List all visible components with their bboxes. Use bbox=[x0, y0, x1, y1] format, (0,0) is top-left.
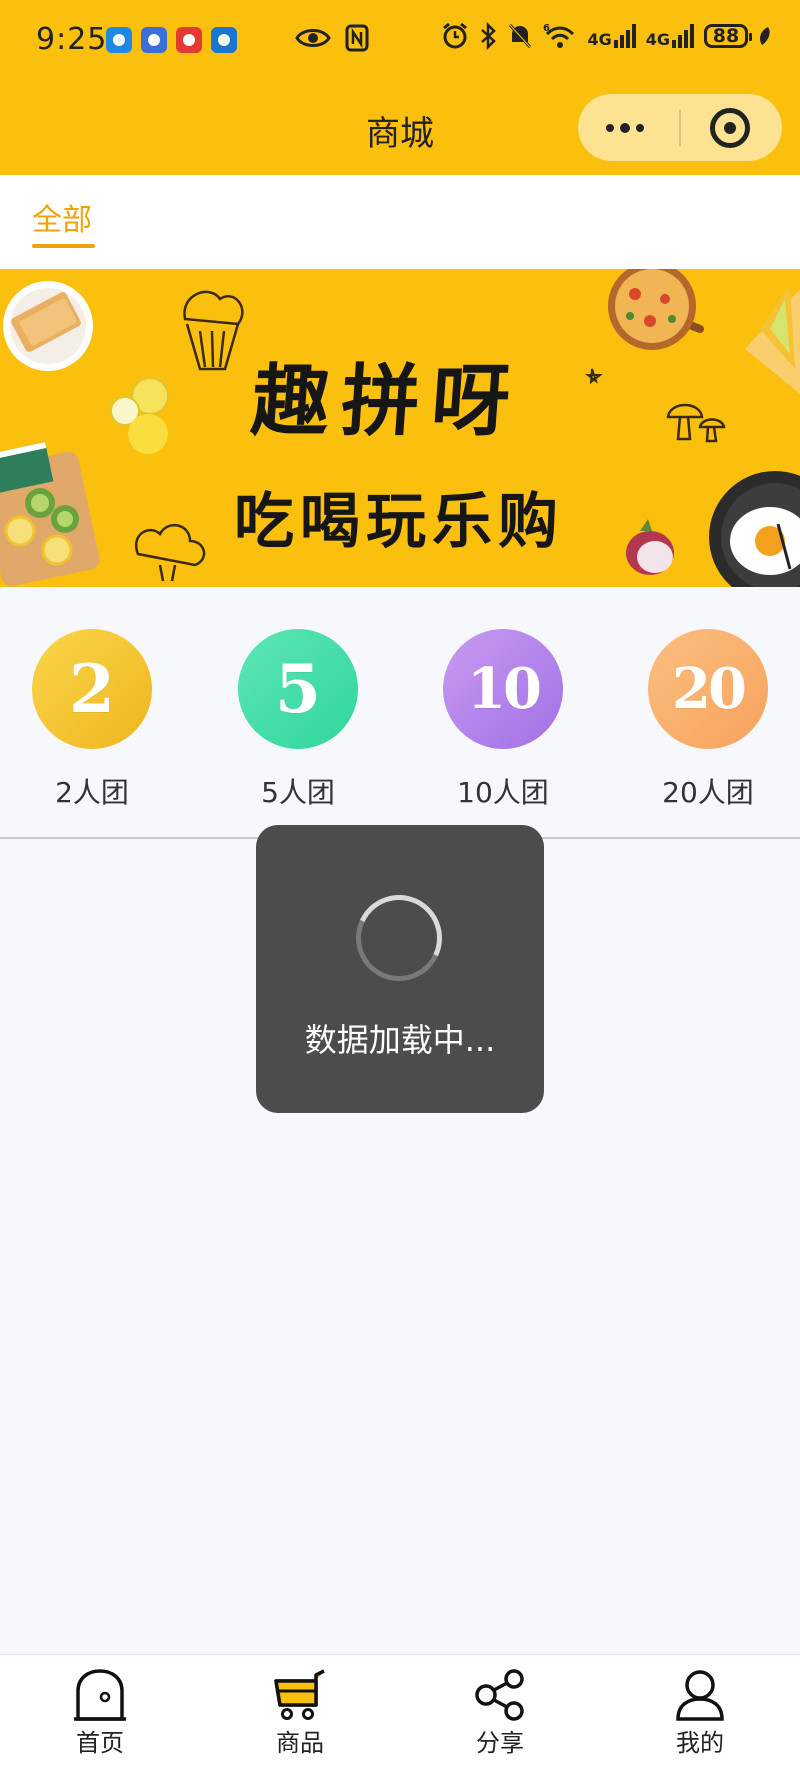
alarm-icon bbox=[443, 22, 468, 49]
lemons-illustration bbox=[110, 377, 169, 454]
group-5-badge-icon: 5 bbox=[238, 629, 358, 749]
messages-app-icon bbox=[106, 27, 132, 53]
share-icon bbox=[475, 1669, 524, 1721]
user-icon bbox=[676, 1670, 724, 1721]
pizza-illustration bbox=[608, 269, 704, 350]
egg-pan-illustration bbox=[709, 471, 800, 587]
banner-title: 趣拼呀 bbox=[248, 357, 525, 447]
nav-bar: 商城 bbox=[0, 84, 800, 175]
battery-indicator: 88 bbox=[704, 24, 752, 48]
status-bar: 9:25 6 4G 4G 88 bbox=[0, 0, 800, 84]
notes-app-icon bbox=[176, 27, 202, 53]
kiwi-board-illustration bbox=[0, 442, 100, 587]
status-app-icons bbox=[106, 27, 237, 53]
bottom-tab-home[interactable]: 首页 bbox=[0, 1655, 200, 1766]
broccoli-illustration bbox=[134, 523, 206, 582]
group-item-20[interactable]: 20 20人团 bbox=[628, 629, 788, 811]
group-10-badge-icon: 10 bbox=[443, 629, 563, 749]
status-time: 9:25 bbox=[36, 22, 108, 57]
wifi-icon: 6 bbox=[543, 23, 575, 48]
mushroom-illustration bbox=[666, 403, 726, 443]
status-right-icons: 6 4G 4G 88 bbox=[441, 22, 772, 50]
status-mid-icons bbox=[295, 24, 369, 52]
promo-banner[interactable]: 趣拼呀 吃喝玩乐购 bbox=[0, 269, 800, 587]
bottom-tab-products[interactable]: 商品 bbox=[200, 1655, 400, 1766]
group-label: 5人团 bbox=[261, 776, 335, 809]
browser-app-icon bbox=[141, 27, 167, 53]
cracker-plate-illustration bbox=[3, 281, 93, 371]
bottom-tab-mine[interactable]: 我的 bbox=[600, 1655, 800, 1766]
loading-toast: 数据加载中... bbox=[256, 825, 544, 1113]
bottom-tab-share[interactable]: 分享 bbox=[400, 1655, 600, 1766]
eye-icon bbox=[295, 29, 331, 47]
signal-bars-icon bbox=[613, 24, 636, 48]
bottom-tab-label: 我的 bbox=[676, 1729, 724, 1757]
starfruit-illustration bbox=[745, 284, 800, 394]
group-2-badge-icon: 2 bbox=[32, 629, 152, 749]
tab-active-indicator bbox=[32, 244, 95, 248]
cart-icon bbox=[274, 1669, 325, 1720]
loading-text: 数据加载中... bbox=[304, 1021, 496, 1059]
onion-illustration bbox=[626, 519, 674, 575]
signal-4g-1: 4G bbox=[587, 24, 636, 48]
signal-4g-2: 4G bbox=[646, 24, 694, 48]
group-item-2[interactable]: 2 2人团 bbox=[12, 629, 172, 811]
bottom-tab-label: 商品 bbox=[276, 1729, 324, 1757]
bottom-tab-bar: 首页 商品 分享 我的 bbox=[0, 1654, 800, 1766]
tab-all[interactable]: 全部 bbox=[32, 195, 92, 239]
more-menu-icon[interactable] bbox=[606, 123, 644, 133]
banner-subtitle: 吃喝玩乐购 bbox=[234, 487, 564, 557]
tips-app-icon bbox=[211, 27, 237, 53]
close-miniprogram-icon[interactable] bbox=[710, 108, 750, 148]
nfc-icon bbox=[345, 24, 369, 52]
group-size-menu: 2 2人团 5 5人团 10 10人团 20 20人团 bbox=[0, 587, 800, 839]
group-item-5[interactable]: 5 5人团 bbox=[218, 629, 378, 811]
capsule-divider bbox=[679, 110, 681, 146]
bottom-tab-label: 首页 bbox=[76, 1729, 124, 1757]
cupcake-illustration bbox=[183, 290, 244, 371]
loading-spinner-icon bbox=[343, 882, 455, 994]
bottom-tab-label: 分享 bbox=[476, 1729, 524, 1757]
charging-leaf-icon bbox=[760, 27, 770, 45]
group-label: 2人团 bbox=[55, 776, 129, 809]
home-icon bbox=[74, 1669, 126, 1721]
bluetooth-icon bbox=[481, 22, 497, 50]
mute-bell-icon bbox=[509, 23, 532, 49]
miniprogram-capsule bbox=[578, 94, 782, 161]
star-illustration bbox=[585, 368, 603, 385]
group-label: 10人团 bbox=[457, 776, 549, 809]
signal-bars-icon bbox=[672, 24, 694, 48]
group-20-badge-icon: 20 bbox=[648, 629, 768, 749]
category-tabs: 全部 bbox=[0, 175, 800, 269]
group-label: 20人团 bbox=[662, 776, 754, 809]
group-item-10[interactable]: 10 10人团 bbox=[423, 629, 583, 811]
